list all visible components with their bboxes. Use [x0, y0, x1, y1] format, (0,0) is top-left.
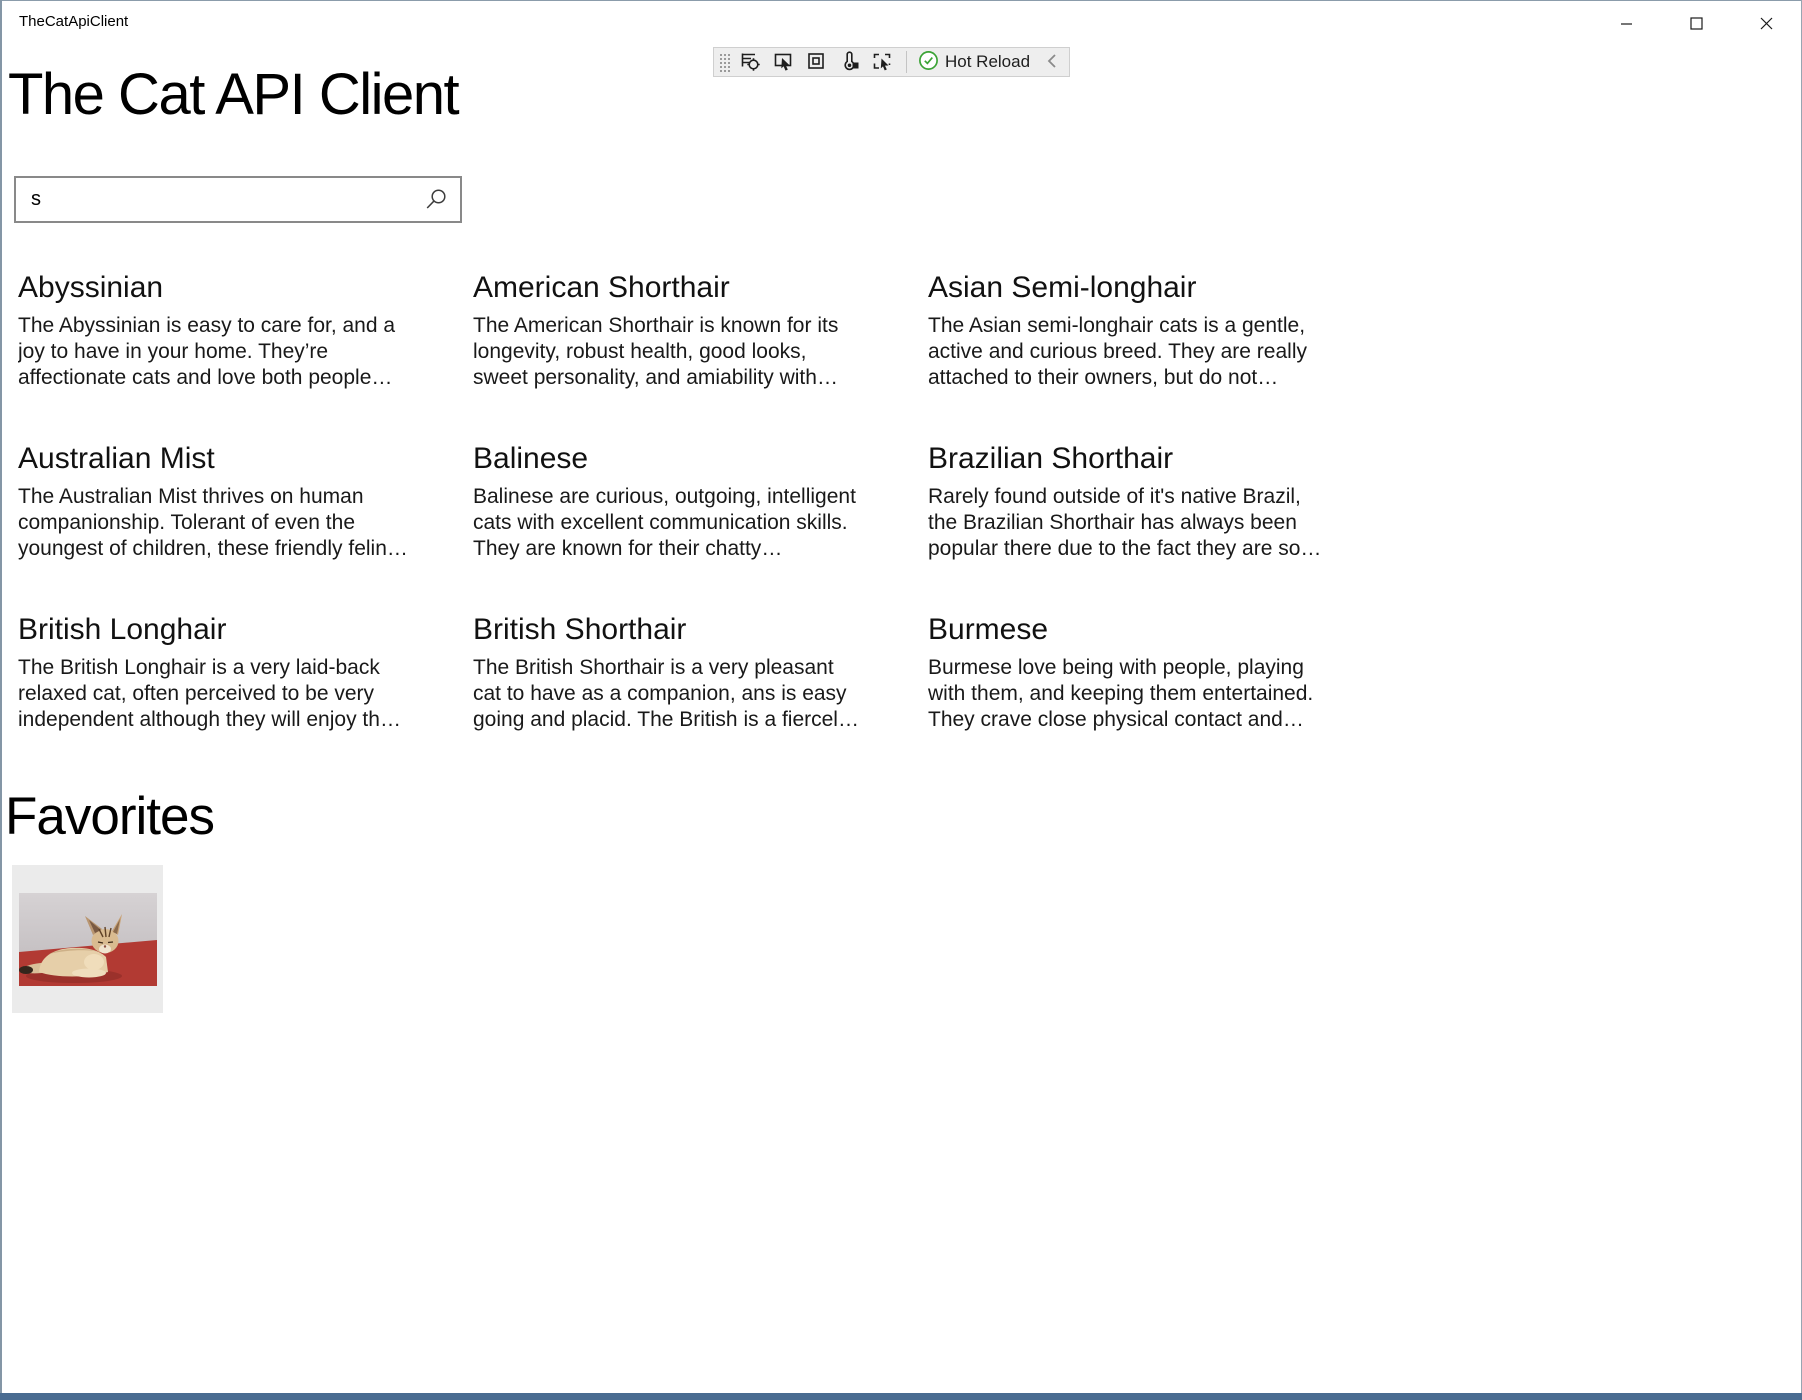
- track-focused-element-icon: [871, 50, 893, 75]
- breed-name: Balinese: [473, 439, 867, 479]
- window-title: TheCatApiClient: [19, 13, 128, 30]
- chevron-left-icon: [1046, 53, 1058, 72]
- breed-name: British Longhair: [18, 610, 412, 650]
- maximize-button[interactable]: [1661, 1, 1731, 45]
- breed-card-balinese[interactable]: Balinese Balinese are curious, outgoing,…: [473, 439, 867, 562]
- window-accent-bottom-bar: [0, 1393, 1802, 1400]
- close-button[interactable]: [1731, 1, 1801, 45]
- thermometer-button[interactable]: [836, 49, 862, 75]
- breed-card-asian-semi-longhair[interactable]: Asian Semi-longhair The Asian semi-longh…: [928, 268, 1322, 391]
- toolbar-separator: [906, 51, 907, 73]
- display-layout-adorners-icon: [805, 50, 827, 75]
- close-icon: [1760, 17, 1773, 30]
- breed-name: Burmese: [928, 610, 1322, 650]
- title-bar[interactable]: TheCatApiClient: [2, 1, 1801, 45]
- track-focused-element-button[interactable]: [869, 49, 895, 75]
- breed-description: The American Shorthair is known for its …: [473, 313, 867, 391]
- breed-card-burmese[interactable]: Burmese Burmese love being with people, …: [928, 610, 1322, 733]
- hot-reload-button[interactable]: Hot Reload: [918, 49, 1030, 75]
- vs-inapp-debug-toolbar: Hot Reload: [713, 47, 1070, 77]
- toolbar-collapse-button[interactable]: [1043, 51, 1061, 73]
- breed-description: The British Shorthair is a very pleasant…: [473, 655, 867, 733]
- favorite-item[interactable]: [12, 865, 163, 1013]
- breed-description: The British Longhair is a very laid-back…: [18, 655, 412, 733]
- thermometer-icon: [838, 50, 860, 75]
- search-icon[interactable]: [424, 188, 448, 217]
- enable-selection-icon: [772, 50, 794, 75]
- breed-name: British Shorthair: [473, 610, 867, 650]
- go-to-live-visual-tree-button[interactable]: [737, 49, 763, 75]
- search-box: [14, 176, 462, 223]
- breed-description: Rarely found outside of it's native Braz…: [928, 484, 1322, 562]
- go-to-live-visual-tree-icon: [739, 50, 761, 75]
- breed-description: Balinese are curious, outgoing, intellig…: [473, 484, 867, 562]
- breed-description: The Asian semi-longhair cats is a gentle…: [928, 313, 1322, 391]
- breed-name: Asian Semi-longhair: [928, 268, 1322, 308]
- toolbar-grip-handle[interactable]: [719, 52, 730, 72]
- breed-card-brazilian-shorthair[interactable]: Brazilian Shorthair Rarely found outside…: [928, 439, 1322, 562]
- maximize-icon: [1690, 17, 1703, 30]
- page-title: The Cat API Client: [8, 62, 458, 129]
- breed-list: Abyssinian The Abyssinian is easy to car…: [18, 268, 1383, 733]
- breed-card-abyssinian[interactable]: Abyssinian The Abyssinian is easy to car…: [18, 268, 412, 391]
- breed-description: The Australian Mist thrives on human com…: [18, 484, 412, 562]
- app-window: TheCatApiClient: [0, 0, 1802, 1400]
- favorites-title: Favorites: [5, 788, 214, 846]
- enable-selection-button[interactable]: [770, 49, 796, 75]
- breed-card-british-shorthair[interactable]: British Shorthair The British Shorthair …: [473, 610, 867, 733]
- window-border-left: [0, 0, 2, 1400]
- breed-description: Burmese love being with people, playing …: [928, 655, 1322, 733]
- minimize-icon: [1620, 17, 1633, 30]
- hot-reload-check-icon: [918, 50, 939, 74]
- minimize-button[interactable]: [1591, 1, 1661, 45]
- search-input[interactable]: [14, 176, 462, 223]
- abyssinian-cat-photo: [19, 893, 157, 986]
- window-controls: [1591, 1, 1801, 45]
- breed-card-british-longhair[interactable]: British Longhair The British Longhair is…: [18, 610, 412, 733]
- breed-name: Australian Mist: [18, 439, 412, 479]
- breed-name: Brazilian Shorthair: [928, 439, 1322, 479]
- breed-name: Abyssinian: [18, 268, 412, 308]
- display-layout-adorners-button[interactable]: [803, 49, 829, 75]
- hot-reload-label: Hot Reload: [945, 52, 1030, 72]
- breed-card-australian-mist[interactable]: Australian Mist The Australian Mist thri…: [18, 439, 412, 562]
- breed-name: American Shorthair: [473, 268, 867, 308]
- breed-description: The Abyssinian is easy to care for, and …: [18, 313, 412, 391]
- breed-card-american-shorthair[interactable]: American Shorthair The American Shorthai…: [473, 268, 867, 391]
